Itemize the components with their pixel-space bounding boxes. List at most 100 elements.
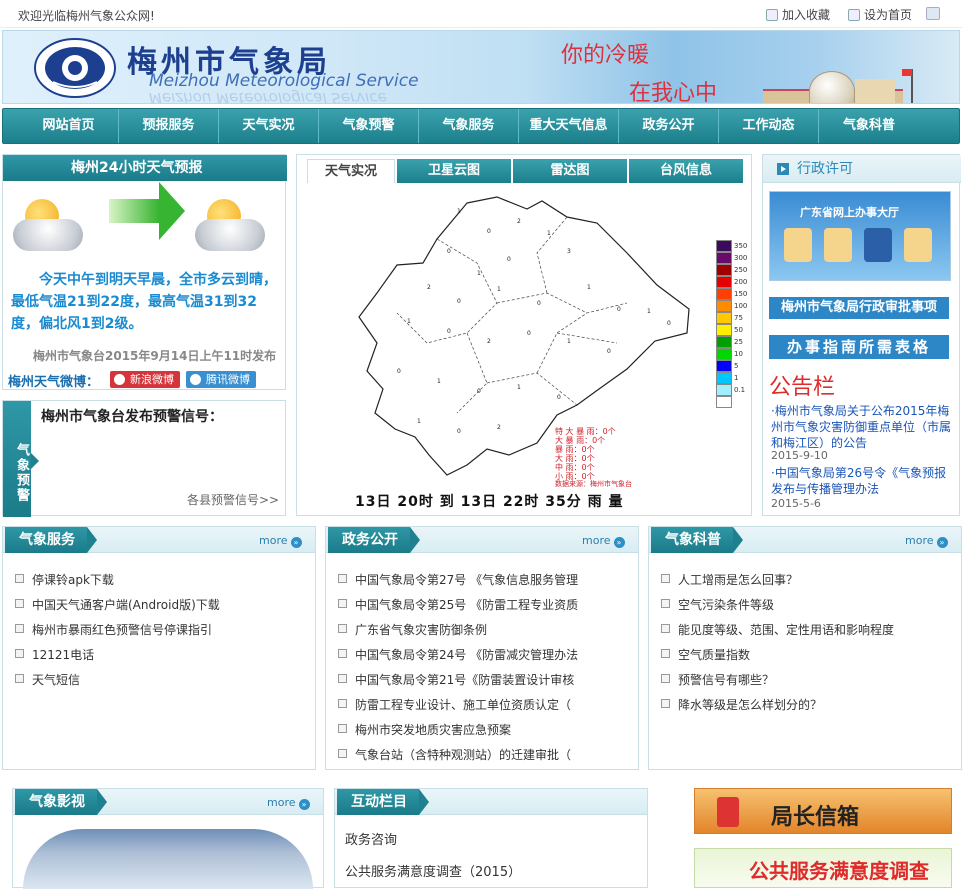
panel-header: 气象服务 more» <box>3 527 315 553</box>
tencent-weibo-button[interactable]: 腾讯微博 <box>186 371 256 388</box>
site-title-reflection: Meizhou Meteorological Service <box>149 89 387 104</box>
forecast-published: 梅州市气象台2015年9月14日上午11时发布 <box>33 349 277 363</box>
guide-forms-button[interactable]: 办事指南所需表格 <box>769 335 949 359</box>
list-item[interactable]: 中国气象局令第24号 《防雷减灾管理办法 <box>338 646 632 671</box>
more-link[interactable]: more» <box>582 534 625 548</box>
weather-map-panel: 天气实况 卫星云图 雷达图 台风信息 1021 0103 2010 1010 2… <box>296 154 752 516</box>
list-item[interactable]: 中国天气通客户端(Android版)下载 <box>15 596 309 621</box>
list-item[interactable]: 能见度等级、范围、定性用语和影响程度 <box>661 621 955 646</box>
list-item[interactable]: 中国气象局令第25号 《防雷工程专业资质 <box>338 596 632 621</box>
legend-swatch <box>716 336 732 348</box>
set-homepage-link[interactable]: 设为首页 <box>848 6 912 23</box>
slogan-line-1: 你的冷暖 <box>561 43 650 68</box>
search-icon[interactable] <box>926 7 940 20</box>
svg-text:1: 1 <box>457 208 461 215</box>
gd-online-hall-banner[interactable]: 广东省网上办事大厅 <box>769 191 951 281</box>
warning-panel: 气象预警 梅州市气象台发布预警信号： 各县预警信号>> <box>2 400 286 517</box>
legend-label: 350 <box>734 242 748 250</box>
chevron-right-icon: » <box>298 799 310 810</box>
legend-swatch <box>716 348 732 360</box>
legend-label: 50 <box>734 326 743 334</box>
nav-warning[interactable]: 气象预警 <box>319 109 419 143</box>
list-item[interactable]: 人工增雨是怎么回事？ <box>661 571 955 596</box>
survey-banner[interactable]: 公共服务满意度调查 <box>694 848 952 888</box>
svg-text:1: 1 <box>547 230 551 237</box>
tab-observation[interactable]: 天气实况 <box>307 159 395 183</box>
more-label: more <box>905 534 934 547</box>
list-item[interactable]: 气象台站（含特种观测站）的迁建审批（ <box>338 746 632 771</box>
notice-date: 2015-5-6 <box>771 497 821 510</box>
interactive-link[interactable]: 政务咨询 <box>345 829 397 848</box>
nav-work-news[interactable]: 工作动态 <box>719 109 819 143</box>
list-item[interactable]: 空气质量指数 <box>661 646 955 671</box>
tab-satellite[interactable]: 卫星云图 <box>397 159 511 183</box>
svg-text:2: 2 <box>427 284 431 291</box>
list-item[interactable]: 停课铃apk下载 <box>15 571 309 596</box>
panel-title: 政务公开 <box>328 527 420 553</box>
list-item[interactable]: 梅州市突发地质灾害应急预案 <box>338 721 632 746</box>
svg-text:0: 0 <box>667 320 671 327</box>
sina-weibo-button[interactable]: 新浪微博 <box>110 371 180 388</box>
notice-link[interactable]: ·梅州市气象局关于公布2015年梅州市气象灾害防御重点单位（市属和梅江区）的公告 <box>771 403 955 451</box>
director-mailbox-banner[interactable]: 局长信箱 <box>694 788 952 834</box>
list-item[interactable]: 防雷工程专业设计、施工单位资质认定（ <box>338 696 632 721</box>
list-item[interactable]: 梅州市暴雨红色预警信号停课指引 <box>15 621 309 646</box>
nav-service[interactable]: 气象服务 <box>419 109 519 143</box>
rain-stat: 特 大 暴 雨：0个 <box>555 427 616 436</box>
county-warnings-link[interactable]: 各县预警信号>> <box>187 491 279 508</box>
chevron-right-icon: » <box>613 537 625 548</box>
map-time-range: 13日 20时 到 13日 22时 35分 雨 量 <box>355 494 624 510</box>
notice-link[interactable]: ·中国气象局第26号令《气象预报发布与传播管理办法 <box>771 465 955 497</box>
tab-radar[interactable]: 雷达图 <box>513 159 627 183</box>
science-panel: 气象科普 more» 人工增雨是怎么回事？ 空气污染条件等级 能见度等级、范围、… <box>648 526 962 770</box>
interactive-link[interactable]: 公共服务满意度调查（2015） <box>345 861 521 880</box>
legend-label: 100 <box>734 302 748 310</box>
more-link[interactable]: more» <box>259 534 302 548</box>
legend-swatch <box>716 324 732 336</box>
slogan-line-2: 在我心中 <box>629 81 718 104</box>
list-item[interactable]: 降水等级是怎么样划分的？ <box>661 696 955 721</box>
forecast-panel: 梅州24小时天气预报 今天中午到明天早晨，全市多云到晴，最低气温21到22度，最… <box>2 154 287 390</box>
add-favorite-link[interactable]: 加入收藏 <box>766 6 830 23</box>
list-item[interactable]: 天气短信 <box>15 671 309 696</box>
legend-label: 1 <box>734 374 739 382</box>
rain-stat: 大 雨：0个 <box>555 454 595 463</box>
legend-swatch <box>716 264 732 276</box>
svg-text:1: 1 <box>417 418 421 425</box>
admin-license-panel: 行政许可 广东省网上办事大厅 梅州市气象局行政审批事项 办事指南所需表格 公告栏… <box>762 154 961 516</box>
nav-government[interactable]: 政务公开 <box>619 109 719 143</box>
legend-swatch <box>716 288 732 300</box>
panel-title: 气象科普 <box>651 527 743 553</box>
legend-label: 10 <box>734 350 743 358</box>
panel-header: 政务公开 more» <box>326 527 638 553</box>
tab-typhoon[interactable]: 台风信息 <box>629 159 743 183</box>
more-label: more <box>259 534 288 547</box>
weibo-label: 梅州天气微博： <box>8 375 100 390</box>
list-item[interactable]: 中国气象局令第27号 《气象信息服务管理 <box>338 571 632 596</box>
government-panel: 政务公开 more» 中国气象局令第27号 《气象信息服务管理 中国气象局令第2… <box>325 526 639 770</box>
list-item[interactable]: 预警信号有哪些？ <box>661 671 955 696</box>
svg-text:1: 1 <box>437 378 441 385</box>
warning-side-label: 气象预警 <box>3 401 39 517</box>
svg-text:0: 0 <box>457 298 461 305</box>
more-link[interactable]: more» <box>905 534 948 548</box>
panel-header: 气象科普 more» <box>649 527 961 553</box>
weather-video-panel: 气象影视 more» <box>12 788 324 889</box>
nav-home[interactable]: 网站首页 <box>19 109 119 143</box>
chevron-right-icon: » <box>936 537 948 548</box>
video-thumbnail[interactable] <box>23 829 313 889</box>
nav-observation[interactable]: 天气实况 <box>219 109 319 143</box>
nav-major-weather[interactable]: 重大天气信息 <box>519 109 619 143</box>
approval-items-button[interactable]: 梅州市气象局行政审批事项 <box>769 297 949 319</box>
nav-forecast[interactable]: 预报服务 <box>119 109 219 143</box>
svg-text:1: 1 <box>587 284 591 291</box>
list-item[interactable]: 广东省气象灾害防御条例 <box>338 621 632 646</box>
more-link[interactable]: more» <box>267 796 310 810</box>
nav-science[interactable]: 气象科普 <box>819 109 919 143</box>
more-label: more <box>582 534 611 547</box>
main-nav: 网站首页 预报服务 天气实况 气象预警 气象服务 重大天气信息 政务公开 工作动… <box>2 108 960 144</box>
list-item[interactable]: 空气污染条件等级 <box>661 596 955 621</box>
list-item[interactable]: 12121电话 <box>15 646 309 671</box>
rain-stat: 暴 雨：0个 <box>555 445 595 454</box>
list-item[interactable]: 中国气象局令第21号《防雷装置设计审核 <box>338 671 632 696</box>
